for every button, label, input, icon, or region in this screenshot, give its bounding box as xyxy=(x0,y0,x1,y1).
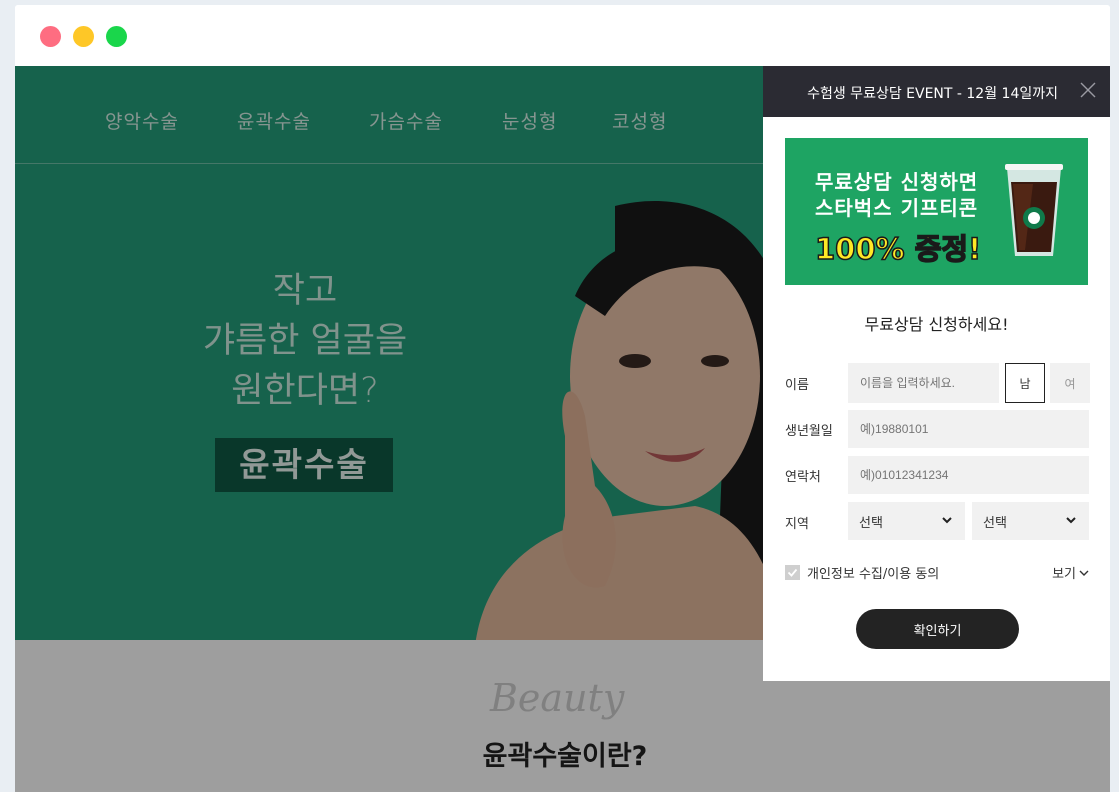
phone-label: 연락처 xyxy=(785,470,821,485)
name-label: 이름 xyxy=(785,378,809,393)
region-select-1[interactable]: 선택 xyxy=(848,502,965,540)
region-select-1-value: 선택 xyxy=(859,515,883,531)
banner-line-1: 무료상담 신청하면 xyxy=(815,170,979,194)
birth-input[interactable] xyxy=(848,410,1089,448)
view-terms-link[interactable]: 보기 xyxy=(1052,563,1090,582)
close-icon[interactable] xyxy=(1078,80,1098,100)
banner-line-3: 100% 증정! xyxy=(814,231,982,267)
maximize-window-dot[interactable] xyxy=(106,26,127,47)
submit-button[interactable]: 확인하기 xyxy=(856,609,1019,649)
minimize-window-dot[interactable] xyxy=(73,26,94,47)
agree-label: 개인정보 수집/이용 동의 xyxy=(807,567,940,582)
region-select-2[interactable]: 선택 xyxy=(972,502,1089,540)
close-window-dot[interactable] xyxy=(40,26,61,47)
popup-header: 수험생 무료상담 EVENT - 12월 14일까지 xyxy=(763,66,1110,117)
name-input[interactable] xyxy=(848,363,999,403)
check-icon xyxy=(787,568,798,577)
chevron-down-icon xyxy=(1079,570,1089,576)
window-titlebar xyxy=(15,5,1110,66)
consult-popup: 수험생 무료상담 EVENT - 12월 14일까지 무료상담 신청하면 스타벅… xyxy=(763,66,1110,681)
privacy-agree[interactable]: 개인정보 수집/이용 동의 xyxy=(785,563,939,582)
birth-label: 생년월일 xyxy=(785,424,833,439)
phone-input[interactable] xyxy=(848,456,1089,494)
form-title: 무료상담 신청하세요! xyxy=(864,315,1009,334)
view-label: 보기 xyxy=(1052,567,1076,582)
event-banner[interactable]: 무료상담 신청하면 스타벅스 기프티콘 100% 증정! xyxy=(785,138,1088,285)
region-label: 지역 xyxy=(785,517,809,532)
gender-male-button[interactable]: 남 xyxy=(1005,363,1045,403)
agree-checkbox[interactable] xyxy=(785,565,800,580)
chevron-down-icon xyxy=(1066,517,1076,524)
coffee-cup-icon xyxy=(1005,164,1063,256)
popup-header-title: 수험생 무료상담 EVENT - 12월 14일까지 xyxy=(807,86,1058,102)
banner-line-2: 스타벅스 기프티콘 xyxy=(815,196,979,220)
gender-female-button[interactable]: 여 xyxy=(1050,363,1090,403)
region-select-2-value: 선택 xyxy=(983,515,1007,531)
chevron-down-icon xyxy=(942,517,952,524)
